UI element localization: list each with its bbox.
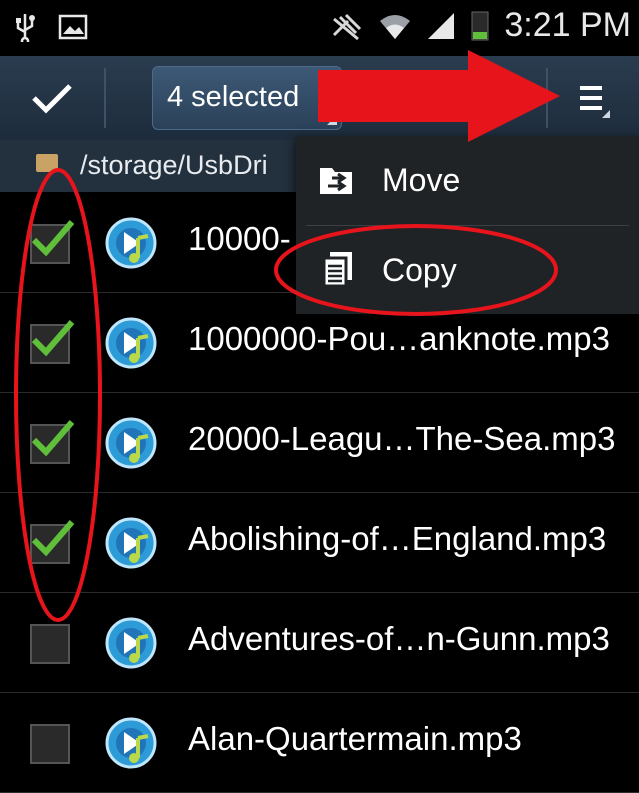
file-name: Adventures-of…n-Gunn.mp3 — [188, 620, 610, 657]
selection-count-label: 4 selected — [167, 81, 300, 113]
action-bar: 4 selected — [0, 56, 639, 140]
file-checkbox[interactable] — [30, 420, 75, 464]
file-row[interactable]: Adventures-of…n-Gunn.mp3 — [0, 592, 639, 693]
action-divider — [546, 68, 548, 128]
checkmark-icon — [31, 220, 75, 257]
status-bar: 3:21 PM — [0, 0, 639, 56]
action-divider — [104, 68, 106, 128]
battery-icon — [471, 11, 489, 40]
popup-menu: Move Copy — [296, 136, 639, 314]
file-row[interactable]: 20000-Leagu…The-Sea.mp3 — [0, 392, 639, 493]
menu-icon[interactable] — [566, 74, 622, 124]
menu-item-move[interactable]: Move — [296, 136, 639, 224]
file-checkbox[interactable] — [30, 220, 75, 264]
file-name: 20000-Leagu…The-Sea.mp3 — [188, 420, 616, 457]
file-checkbox[interactable] — [30, 320, 75, 364]
checkmark-icon — [31, 320, 75, 357]
image-icon — [58, 14, 88, 40]
menu-item-label: Move — [382, 162, 461, 198]
file-checkbox[interactable] — [30, 520, 75, 564]
file-name: 10000- — [188, 220, 291, 257]
path-label: /storage/UsbDri — [80, 150, 268, 180]
dropdown-corner-icon — [327, 115, 337, 125]
storage-icon — [36, 154, 58, 172]
file-row[interactable]: Abolishing-of…England.mp3 — [0, 492, 639, 593]
clock: 3:21 PM — [504, 6, 631, 44]
file-row[interactable]: Alan-Quartermain.mp3 — [0, 692, 639, 793]
copy-icon — [322, 252, 352, 288]
check-icon[interactable] — [24, 74, 80, 122]
move-icon — [320, 168, 352, 194]
signal-icon — [428, 12, 455, 39]
checkmark-icon — [31, 420, 75, 457]
file-checkbox[interactable] — [30, 724, 70, 764]
selection-dropdown[interactable]: 4 selected — [152, 66, 342, 130]
wifi-icon — [380, 14, 411, 39]
checkmark-icon — [31, 520, 75, 557]
file-name: Alan-Quartermain.mp3 — [188, 720, 522, 757]
usb-icon — [16, 14, 35, 42]
file-name: Abolishing-of…England.mp3 — [188, 520, 607, 557]
menu-item-copy[interactable]: Copy — [296, 226, 639, 314]
mute-icon — [333, 13, 362, 40]
file-checkbox[interactable] — [30, 624, 70, 664]
menu-item-label: Copy — [382, 252, 457, 288]
file-name: 1000000-Pou…anknote.mp3 — [188, 320, 610, 357]
